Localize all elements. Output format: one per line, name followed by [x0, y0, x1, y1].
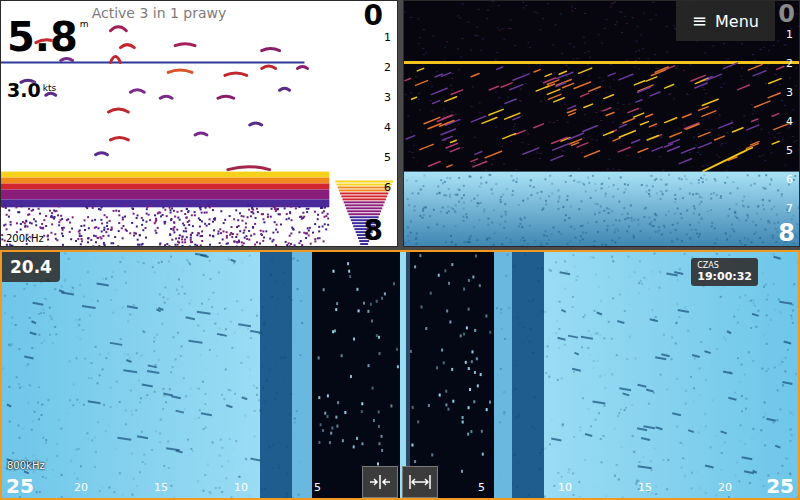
scale-label: 15: [638, 482, 652, 493]
downscan-panel[interactable]: ≡Menu0 1 2 3 4 5 6 7 8: [403, 0, 800, 247]
scale-label: 20: [74, 482, 88, 493]
depth-unit: m: [80, 17, 89, 29]
zoom-in-range-icon: [369, 474, 391, 490]
range-bottom: 8: [778, 221, 795, 245]
depth-scale-label: 3: [384, 92, 391, 104]
bottom-echo: [404, 172, 799, 246]
time-label: CZAS: [697, 261, 752, 270]
scale-label: 5: [478, 482, 485, 493]
depth-scale-label: 6: [786, 174, 793, 186]
depth-scale-label: 1: [384, 32, 391, 44]
time-value: 19:00:32: [697, 270, 752, 283]
depth-scale-label: 7: [786, 203, 793, 215]
speed-unit: kts: [43, 81, 56, 93]
zoom-out-range-icon: [409, 474, 431, 490]
scale-label: 10: [234, 482, 248, 493]
scale-label: 25: [766, 476, 794, 496]
range-scale: 25 20 15 10 5 5 10 15 20 25: [2, 474, 798, 498]
range-top: 0: [364, 2, 383, 30]
zoom-in-button[interactable]: [362, 466, 398, 498]
menu-button[interactable]: ≡Menu: [676, 1, 775, 41]
a-scope: [335, 181, 393, 245]
fish-shadows: [7, 254, 793, 474]
depth-scale-label: 3: [786, 87, 793, 99]
depth-scale-label: 1: [786, 29, 793, 41]
sonar-panel[interactable]: Active 3 in 1 prawy5.8m3.0kts01234568200…: [0, 0, 398, 247]
thermocline: [404, 61, 799, 64]
range-top: 0: [778, 2, 795, 26]
reading-box: 20.4: [2, 252, 60, 282]
sidescan-image: [2, 252, 798, 498]
scale-label: 5: [314, 482, 321, 493]
fish-streaks: [405, 63, 790, 172]
bottom-echo: [1, 172, 329, 246]
depth-scale-label: 5: [384, 152, 391, 164]
depth-scale-label: 4: [384, 122, 391, 134]
top-row: Active 3 in 1 prawy5.8m3.0kts01234568200…: [0, 0, 800, 247]
depth-scale-label: 4: [786, 116, 793, 128]
depth-scale-label: 2: [384, 62, 391, 74]
depth-scale-label: 5: [786, 145, 793, 157]
depth-scale-label: 6: [384, 182, 391, 194]
scale-label: 25: [6, 476, 34, 496]
fishfinder-screen: Active 3 in 1 prawy5.8m3.0kts01234568200…: [0, 0, 800, 500]
speed-readout: 3.0kts: [7, 81, 56, 100]
menu-icon: ≡: [692, 12, 707, 30]
scale-label: 20: [718, 482, 732, 493]
depth-readout: 5.8m: [7, 17, 89, 57]
zoom-out-button[interactable]: [402, 466, 438, 498]
time-box: CZAS19:00:32: [691, 258, 758, 286]
scale-label: 15: [154, 482, 168, 493]
sidescan-panel[interactable]: 20.4 CZAS19:00:32 800kHz 25 20 15 10 5 5 10 15 20 25: [0, 250, 800, 500]
water-column-targets: [318, 254, 492, 473]
scale-label: 10: [558, 482, 572, 493]
frequency-label: 800kHz: [7, 460, 45, 471]
range-buttons: [362, 466, 438, 498]
depth-scale-label: 2: [786, 58, 793, 70]
frequency-label: 200kHz: [6, 233, 44, 244]
thermocline: [1, 62, 304, 64]
range-bottom: 8: [364, 217, 383, 245]
